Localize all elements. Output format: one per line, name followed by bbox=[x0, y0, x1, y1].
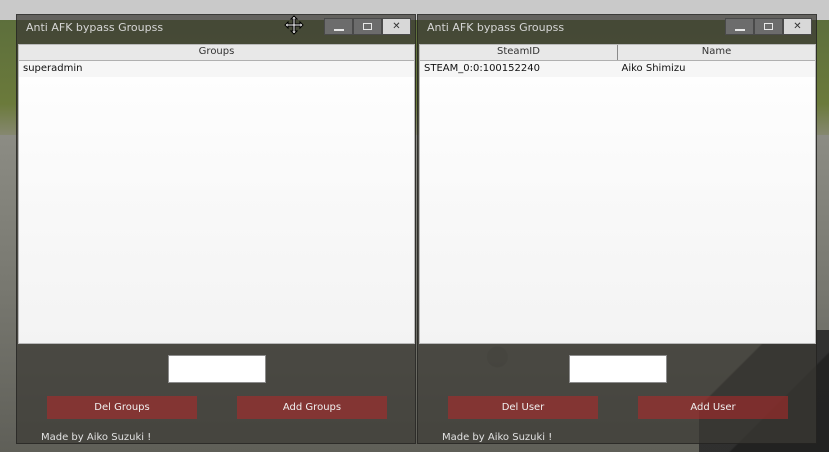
column-header-groups[interactable]: Groups bbox=[19, 45, 414, 60]
users-window: Anti AFK bypass Groupss ✕ SteamID Name S… bbox=[417, 14, 817, 444]
del-groups-button[interactable]: Del Groups bbox=[47, 396, 197, 419]
window-titlebar[interactable]: Anti AFK bypass Groupss ✕ bbox=[17, 15, 415, 42]
close-button[interactable]: ✕ bbox=[783, 18, 812, 35]
move-cursor-icon bbox=[284, 15, 304, 35]
window-controls: ✕ bbox=[725, 18, 812, 35]
list-header: Groups bbox=[19, 45, 414, 61]
group-input[interactable] bbox=[168, 355, 266, 383]
minimize-icon bbox=[333, 28, 344, 31]
column-header-name[interactable]: Name bbox=[618, 45, 815, 60]
footer-credit: Made by Aiko Suzuki ! bbox=[442, 432, 553, 443]
groups-list[interactable]: Groups superadmin bbox=[18, 44, 415, 344]
del-user-button[interactable]: Del User bbox=[448, 396, 598, 419]
groups-window: Anti AFK bypass Groupss ✕ Groups superad… bbox=[16, 14, 416, 444]
window-title: Anti AFK bypass Groupss bbox=[427, 21, 565, 34]
list-row[interactable]: superadmin bbox=[19, 61, 414, 77]
maximize-icon bbox=[363, 23, 372, 30]
list-cell-steamid: STEAM_0:0:100152240 bbox=[424, 63, 540, 74]
window-title: Anti AFK bypass Groupss bbox=[26, 21, 164, 34]
add-user-button[interactable]: Add User bbox=[638, 396, 788, 419]
maximize-button[interactable] bbox=[353, 18, 382, 35]
minimize-icon bbox=[734, 28, 745, 31]
list-cell-group: superadmin bbox=[23, 63, 83, 74]
close-icon: ✕ bbox=[793, 21, 802, 32]
maximize-icon bbox=[764, 23, 773, 30]
window-controls: ✕ bbox=[324, 18, 411, 35]
list-cell-name: Aiko Shimizu bbox=[621, 63, 686, 74]
list-header: SteamID Name bbox=[420, 45, 815, 61]
add-groups-button[interactable]: Add Groups bbox=[237, 396, 387, 419]
user-input[interactable] bbox=[569, 355, 667, 383]
list-row[interactable]: STEAM_0:0:100152240 Aiko Shimizu bbox=[420, 61, 815, 77]
minimize-button[interactable] bbox=[324, 18, 353, 35]
users-list[interactable]: SteamID Name STEAM_0:0:100152240 Aiko Sh… bbox=[419, 44, 816, 344]
minimize-button[interactable] bbox=[725, 18, 754, 35]
close-button[interactable]: ✕ bbox=[382, 18, 411, 35]
column-header-steamid[interactable]: SteamID bbox=[420, 45, 618, 60]
maximize-button[interactable] bbox=[754, 18, 783, 35]
close-icon: ✕ bbox=[392, 21, 401, 32]
footer-credit: Made by Aiko Suzuki ! bbox=[41, 432, 152, 443]
window-titlebar[interactable]: Anti AFK bypass Groupss ✕ bbox=[418, 15, 816, 42]
